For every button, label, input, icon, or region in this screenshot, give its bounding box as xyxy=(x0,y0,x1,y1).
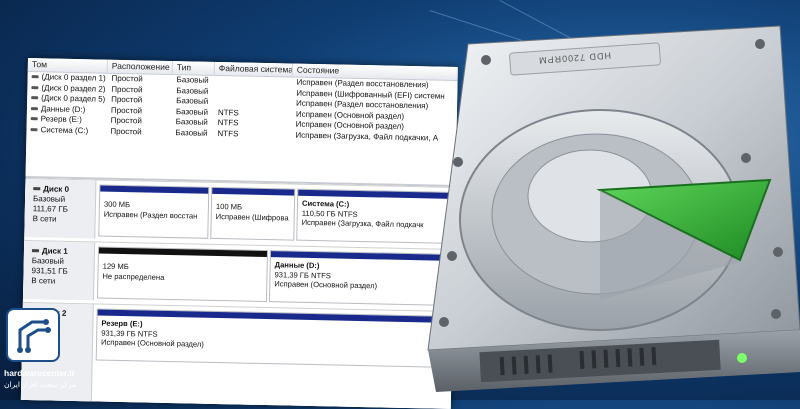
volume-name: (Диск 0 раздел 2) xyxy=(41,82,106,94)
volume-status: Исправен (Загрузка, Файл подкачки, А xyxy=(295,130,439,143)
disk-name: Диск 1 xyxy=(41,246,68,256)
disk-status: В сети xyxy=(32,214,57,224)
drive-icon xyxy=(30,127,38,132)
hdd-cover xyxy=(427,25,800,351)
volume-list-pane: Том Расположение Тип Файловая система Со… xyxy=(25,58,458,185)
column-header-type[interactable]: Тип xyxy=(172,61,215,75)
partition-0-1[interactable]: 300 МБ Исправен (Раздел восстан xyxy=(98,184,210,239)
drive-icon xyxy=(31,85,39,90)
hdd-connector xyxy=(479,339,721,383)
volume-type: Базовый xyxy=(175,127,208,138)
partition-bar xyxy=(270,251,455,261)
logo-domain: hardwarecenter.ir xyxy=(4,368,75,378)
partition-unallocated[interactable]: 129 МБ Не распределена xyxy=(96,246,269,303)
volume-filesystem: NTFS xyxy=(217,128,239,138)
partition-state: Исправен (Загрузка, Файл подкачк xyxy=(301,217,424,230)
connector-pins xyxy=(499,347,657,376)
disk-info-0[interactable]: Диск 0 Базовый 111,67 ГБ В сети xyxy=(24,178,97,239)
column-header-layout[interactable]: Расположение xyxy=(107,59,173,75)
volume-name: Данные (D:) xyxy=(40,103,86,114)
volume-name: Система (C:) xyxy=(40,124,89,135)
background-line xyxy=(600,278,794,331)
platter-inner xyxy=(491,133,701,295)
logo-icon xyxy=(6,308,60,362)
partition-0-3[interactable]: Система (C:) 110,50 ГБ NTFS Исправен (За… xyxy=(296,188,458,245)
partition-2-1[interactable]: Резерв (E:) 931,39 ГБ NTFS Исправен (Осн… xyxy=(95,308,455,368)
volume-name: (Диск 0 раздел 1) xyxy=(41,72,106,83)
spindle xyxy=(527,149,653,243)
column-header-filesystem[interactable]: Файловая система xyxy=(214,61,293,77)
slice-shadow xyxy=(600,190,740,300)
drive-icon xyxy=(31,75,39,79)
disk-name: Диск 0 xyxy=(43,184,70,194)
disk-status: В сети xyxy=(31,276,56,286)
partition-slice xyxy=(596,178,772,262)
volume-name: Резерв (E:) xyxy=(40,114,82,125)
circuit-icon xyxy=(17,319,51,353)
hardwarecenter-logo[interactable]: hardwarecenter.ir مرکز سخت افزار ایران xyxy=(0,300,92,400)
partition-1-2[interactable]: Данные (D:) 931,39 ГБ NTFS Исправен (Осн… xyxy=(268,250,456,306)
disk-row-0: Диск 0 Базовый 111,67 ГБ В сети 300 МБ И… xyxy=(24,177,458,246)
partition-bar xyxy=(298,189,457,199)
hdd-label: HDD 7200RPM xyxy=(537,50,612,66)
drive-icon xyxy=(30,117,38,121)
hdd-front-panel xyxy=(428,330,800,392)
volume-name: (Диск 0 раздел 5) xyxy=(41,93,106,104)
logo-subtitle: مرکز سخت افزار ایران xyxy=(4,380,77,389)
drive-icon xyxy=(30,106,38,111)
disk-info-1[interactable]: Диск 1 Базовый 931,51 ГБ В сети xyxy=(22,240,96,301)
volume-list-body: (Диск 0 раздел 1) Простой Базовый Исправ… xyxy=(26,72,457,144)
disk-icon xyxy=(31,249,39,253)
drive-icon xyxy=(31,96,39,100)
background-line xyxy=(499,0,765,142)
disk-row-1: Диск 1 Базовый 931,51 ГБ В сети 129 МБ Н… xyxy=(22,239,456,308)
partition-state: Исправен (Раздел восстан xyxy=(103,209,198,221)
activity-led xyxy=(737,353,747,363)
platter xyxy=(459,109,741,331)
disk-icon xyxy=(33,187,41,191)
volume-layout: Простой xyxy=(110,126,142,136)
partition-0-2[interactable]: 100 МБ Исправен (Шифрова xyxy=(210,186,296,241)
column-header-volume[interactable]: Том xyxy=(27,58,108,73)
screws xyxy=(439,39,783,327)
partition-state: Исправен (Шифрова xyxy=(215,211,289,222)
